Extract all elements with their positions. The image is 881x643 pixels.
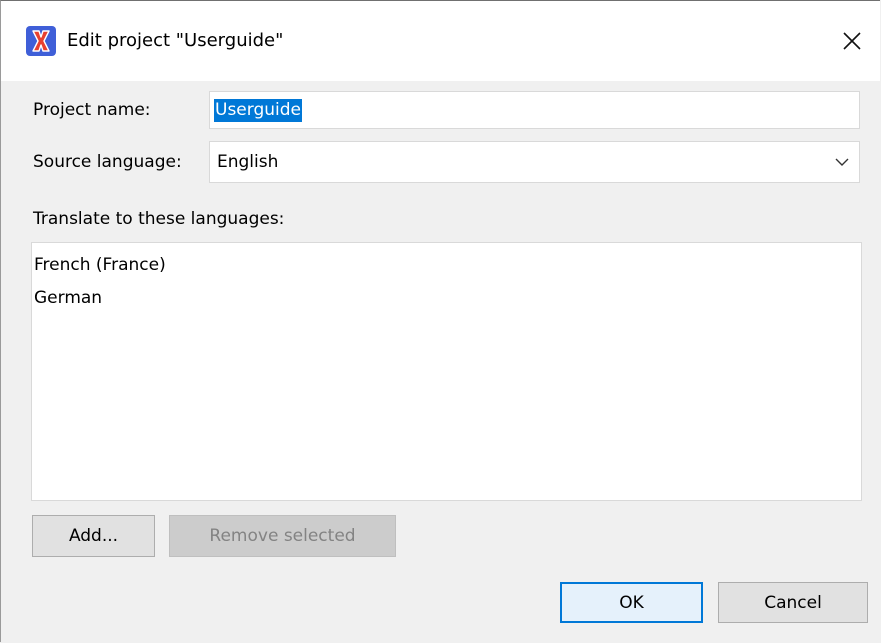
target-languages-list[interactable]: French (France) German: [31, 242, 862, 501]
list-item[interactable]: French (France): [32, 250, 861, 283]
project-name-value: Userguide: [214, 99, 302, 122]
project-name-label: Project name:: [33, 100, 151, 120]
title-bar[interactable]: Edit project "Userguide": [1, 1, 880, 81]
source-language-select[interactable]: English: [209, 141, 860, 183]
source-language-label: Source language:: [33, 152, 182, 172]
chevron-down-icon: [835, 158, 849, 166]
dialog-title: Edit project "Userguide": [67, 30, 284, 51]
target-languages-label: Translate to these languages:: [33, 209, 285, 229]
project-name-field[interactable]: Userguide: [209, 91, 860, 129]
edit-project-dialog: Edit project "Userguide" Project name: U…: [0, 0, 880, 642]
close-icon: [843, 32, 861, 50]
close-button[interactable]: [836, 25, 868, 57]
list-item[interactable]: German: [32, 283, 861, 316]
add-language-button[interactable]: Add...: [32, 515, 155, 557]
app-x-logo-icon: [26, 26, 56, 56]
ok-button[interactable]: OK: [560, 582, 703, 623]
cancel-button[interactable]: Cancel: [718, 582, 868, 623]
source-language-value: English: [217, 152, 279, 172]
remove-selected-button[interactable]: Remove selected: [169, 515, 396, 557]
